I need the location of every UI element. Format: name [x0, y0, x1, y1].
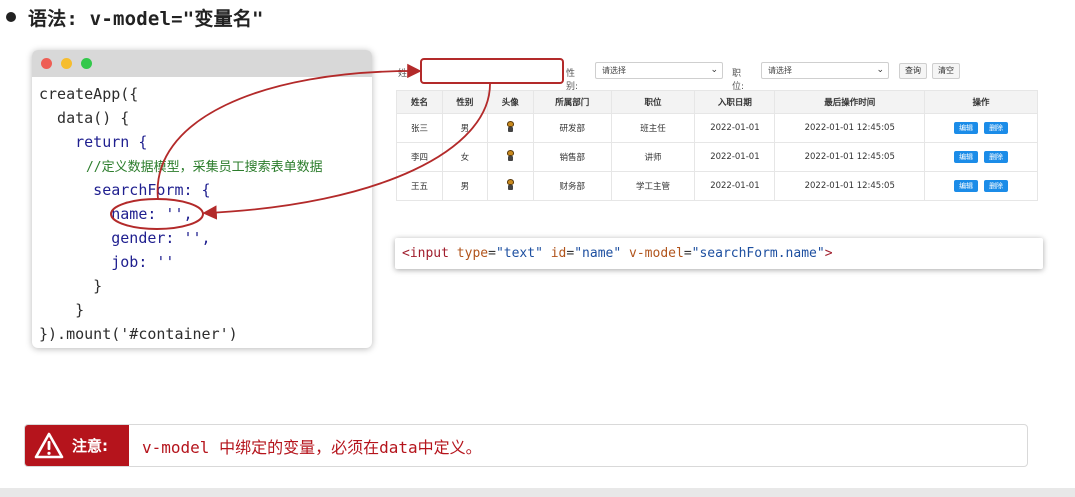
chevron-down-icon: ⌄	[710, 65, 718, 75]
job-label: 职位:	[732, 69, 745, 92]
snippet-tag-open: <input	[402, 246, 449, 261]
code-line: job: ''	[39, 253, 175, 271]
cell-name: 王五	[396, 171, 443, 201]
gender-select-value: 请选择	[602, 66, 626, 75]
cell-gender: 女	[441, 142, 488, 172]
cell-job: 学工主管	[610, 171, 696, 201]
snippet-val-model: "searchForm.name"	[691, 246, 825, 261]
notice-banner: 注意: v-model 中绑定的变量，必须在data中定义。	[24, 424, 1028, 467]
column-header: 头像	[486, 90, 534, 114]
code-line: }	[39, 301, 85, 319]
column-header: 性别	[441, 90, 488, 114]
code-line: name: '',	[39, 205, 193, 223]
code-line: }).mount('#container')	[39, 325, 238, 343]
notice-text: v-model 中绑定的变量，必须在data中定义。	[142, 437, 482, 457]
query-button[interactable]: 查询	[899, 63, 927, 79]
maximize-dot-icon	[81, 58, 92, 69]
code-window: createApp({ data() { return { //定义数据模型，采…	[32, 50, 372, 348]
column-header: 所属部门	[532, 90, 612, 114]
cell-job: 班主任	[610, 113, 696, 143]
name-label: 姓	[398, 69, 408, 79]
cell-name: 李四	[396, 142, 443, 172]
snippet-attr-model: v-model	[629, 246, 684, 261]
gender-label: 性别:	[566, 69, 579, 92]
snippet-tag-close: >	[824, 246, 833, 261]
cell-avatar	[486, 113, 534, 143]
code-line: //定义数据模型，采集员工搜索表单数据	[39, 160, 323, 175]
cell-updated: 2022-01-01 12:45:05	[774, 171, 926, 201]
column-header: 最后操作时间	[774, 90, 926, 114]
table-row: 李四 女 销售部 讲师 2022-01-01 2022-01-01 12:45:…	[396, 142, 1038, 172]
delete-button[interactable]: 删除	[984, 151, 1009, 163]
notice-badge: 注意:	[25, 425, 129, 466]
table-row: 王五 男 财务部 学工主管 2022-01-01 2022-01-01 12:4…	[396, 171, 1038, 201]
code-line: data() {	[39, 109, 130, 127]
snippet-attr-type: type	[456, 246, 489, 261]
cell-actions: 编辑 删除	[924, 142, 1038, 172]
avatar-icon	[505, 121, 515, 132]
code-line: }	[39, 277, 103, 295]
warning-icon	[34, 432, 64, 459]
cell-job: 讲师	[610, 142, 696, 172]
column-header: 操作	[924, 90, 1038, 114]
bottom-strip	[0, 488, 1075, 497]
cell-avatar	[486, 171, 534, 201]
cell-avatar	[486, 142, 534, 172]
edit-button[interactable]: 编辑	[954, 180, 979, 192]
code-line: createApp({	[39, 85, 139, 103]
cell-dept: 销售部	[532, 142, 612, 172]
cell-dept: 研发部	[532, 113, 612, 143]
close-dot-icon	[41, 58, 52, 69]
window-titlebar	[32, 50, 372, 77]
cell-gender: 男	[441, 113, 488, 143]
edit-button[interactable]: 编辑	[954, 122, 979, 134]
table-row: 张三 男 研发部 班主任 2022-01-01 2022-01-01 12:45…	[396, 113, 1038, 143]
minimize-dot-icon	[61, 58, 72, 69]
cell-dept: 财务部	[532, 171, 612, 201]
cell-actions: 编辑 删除	[924, 113, 1038, 143]
page-heading: 语法: v-model="变量名"	[6, 4, 264, 30]
notice-label: 注意:	[72, 437, 108, 455]
employee-table: 姓名 性别 头像 所属部门 职位 入职日期 最后操作时间 操作 张三 男 研发部…	[396, 90, 1038, 201]
chevron-down-icon: ⌄	[876, 65, 884, 75]
job-select-value: 请选择	[768, 66, 792, 75]
cell-date: 2022-01-01	[694, 113, 776, 143]
column-header: 入职日期	[694, 90, 776, 114]
snippet-val-type: "text"	[495, 246, 543, 261]
code-line: return {	[39, 133, 148, 151]
delete-button[interactable]: 删除	[984, 180, 1009, 192]
column-header: 职位	[610, 90, 696, 114]
delete-button[interactable]: 删除	[984, 122, 1009, 134]
column-header: 姓名	[396, 90, 443, 114]
cell-date: 2022-01-01	[694, 142, 776, 172]
snippet-val-id: "name"	[574, 246, 622, 261]
table-header-row: 姓名 性别 头像 所属部门 职位 入职日期 最后操作时间 操作	[396, 90, 1038, 114]
cell-gender: 男	[441, 171, 488, 201]
cell-updated: 2022-01-01 12:45:05	[774, 113, 926, 143]
code-line: gender: '',	[39, 229, 211, 247]
gender-select[interactable]: 请选择 ⌄	[595, 62, 723, 79]
input-code-snippet: <input type = "text" id = "name" v-model = "se…	[395, 238, 1043, 269]
edit-button[interactable]: 编辑	[954, 151, 979, 163]
job-select[interactable]: 请选择 ⌄	[761, 62, 889, 79]
clear-button[interactable]: 清空	[932, 63, 960, 79]
cell-actions: 编辑 删除	[924, 171, 1038, 201]
cell-date: 2022-01-01	[694, 171, 776, 201]
avatar-icon	[505, 179, 515, 190]
code-line: searchForm: {	[39, 181, 211, 199]
avatar-icon	[505, 150, 515, 161]
cell-name: 张三	[396, 113, 443, 143]
heading-text: 语法: v-model="变量名"	[28, 7, 264, 30]
cell-updated: 2022-01-01 12:45:05	[774, 142, 926, 172]
bullet-icon	[6, 12, 16, 22]
code-block: createApp({ data() { return { //定义数据模型，采…	[32, 77, 372, 346]
name-input[interactable]	[420, 58, 564, 84]
snippet-attr-id: id	[550, 246, 567, 261]
